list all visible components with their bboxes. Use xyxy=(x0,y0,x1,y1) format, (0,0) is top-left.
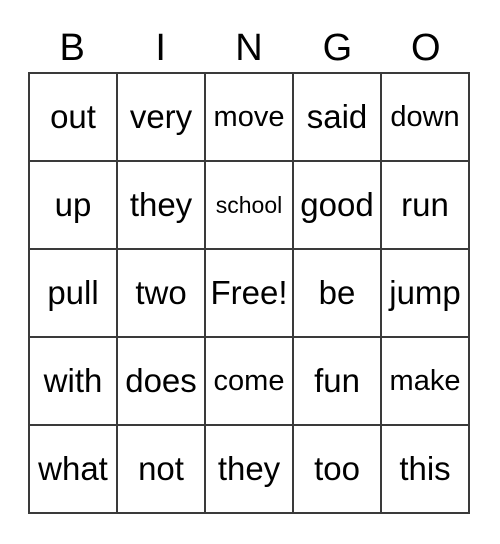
bingo-free-space-label: Free! xyxy=(210,274,288,311)
bingo-cell-label: said xyxy=(306,98,368,135)
bingo-cell-label: with xyxy=(43,362,103,399)
bingo-cell-n2[interactable]: school xyxy=(206,162,294,250)
bingo-cell-o5[interactable]: this xyxy=(382,426,470,514)
bingo-cell-b5[interactable]: what xyxy=(30,426,118,514)
bingo-header-letter-b: B xyxy=(59,27,85,69)
bingo-cell-n5[interactable]: they xyxy=(206,426,294,514)
bingo-row: up they school good run xyxy=(30,162,470,250)
bingo-cell-label: not xyxy=(138,450,184,487)
bingo-cell-free-space[interactable]: Free! xyxy=(206,250,294,338)
bingo-row: pull two Free! be jump xyxy=(30,250,470,338)
bingo-cell-label: school xyxy=(215,192,283,218)
bingo-cell-o4[interactable]: make xyxy=(382,338,470,426)
bingo-card: B I N G O out very move said down up the… xyxy=(28,24,470,514)
bingo-cell-g4[interactable]: fun xyxy=(294,338,382,426)
bingo-cell-o3[interactable]: jump xyxy=(382,250,470,338)
bingo-cell-g2[interactable]: good xyxy=(294,162,382,250)
bingo-row: what not they too this xyxy=(30,426,470,514)
bingo-cell-label: does xyxy=(125,362,197,399)
bingo-cell-b3[interactable]: pull xyxy=(30,250,118,338)
bingo-header-letter-n: N xyxy=(235,27,263,69)
bingo-cell-label: out xyxy=(50,98,96,135)
bingo-cell-b2[interactable]: up xyxy=(30,162,118,250)
bingo-cell-label: move xyxy=(213,101,285,133)
bingo-cell-i4[interactable]: does xyxy=(118,338,206,426)
bingo-cell-n4[interactable]: come xyxy=(206,338,294,426)
bingo-cell-label: fun xyxy=(314,362,360,399)
bingo-cell-label: what xyxy=(38,450,108,487)
bingo-cell-label: up xyxy=(54,186,92,223)
bingo-cell-g1[interactable]: said xyxy=(294,74,382,162)
bingo-cell-label: very xyxy=(129,98,193,135)
bingo-cell-i5[interactable]: not xyxy=(118,426,206,514)
bingo-cell-label: jump xyxy=(389,274,461,311)
bingo-cell-b1[interactable]: out xyxy=(30,74,118,162)
bingo-cell-label: be xyxy=(318,274,356,311)
bingo-header-letter-o: O xyxy=(411,27,441,69)
bingo-grid: out very move said down up they school g… xyxy=(28,72,470,514)
bingo-cell-g5[interactable]: too xyxy=(294,426,382,514)
bingo-cell-label: run xyxy=(401,186,449,223)
bingo-cell-label: this xyxy=(399,450,451,487)
bingo-cell-label: too xyxy=(314,450,360,487)
bingo-cell-label: come xyxy=(213,365,285,397)
bingo-cell-label: down xyxy=(390,101,460,133)
bingo-row: out very move said down xyxy=(30,74,470,162)
bingo-row: with does come fun make xyxy=(30,338,470,426)
bingo-cell-i1[interactable]: very xyxy=(118,74,206,162)
bingo-cell-label: they xyxy=(129,186,193,223)
bingo-cell-o1[interactable]: down xyxy=(382,74,470,162)
bingo-cell-o2[interactable]: run xyxy=(382,162,470,250)
bingo-cell-label: two xyxy=(135,274,187,311)
bingo-cell-i2[interactable]: they xyxy=(118,162,206,250)
bingo-cell-i3[interactable]: two xyxy=(118,250,206,338)
bingo-cell-label: good xyxy=(300,186,374,223)
bingo-cell-n1[interactable]: move xyxy=(206,74,294,162)
bingo-header-letter-g: G xyxy=(322,27,353,69)
bingo-cell-g3[interactable]: be xyxy=(294,250,382,338)
bingo-cell-b4[interactable]: with xyxy=(30,338,118,426)
bingo-cell-label: pull xyxy=(47,274,99,311)
bingo-header-letter-i: I xyxy=(155,27,166,69)
bingo-header-row: B I N G O xyxy=(28,24,470,72)
bingo-cell-label: they xyxy=(217,450,281,487)
bingo-cell-label: make xyxy=(389,365,461,397)
